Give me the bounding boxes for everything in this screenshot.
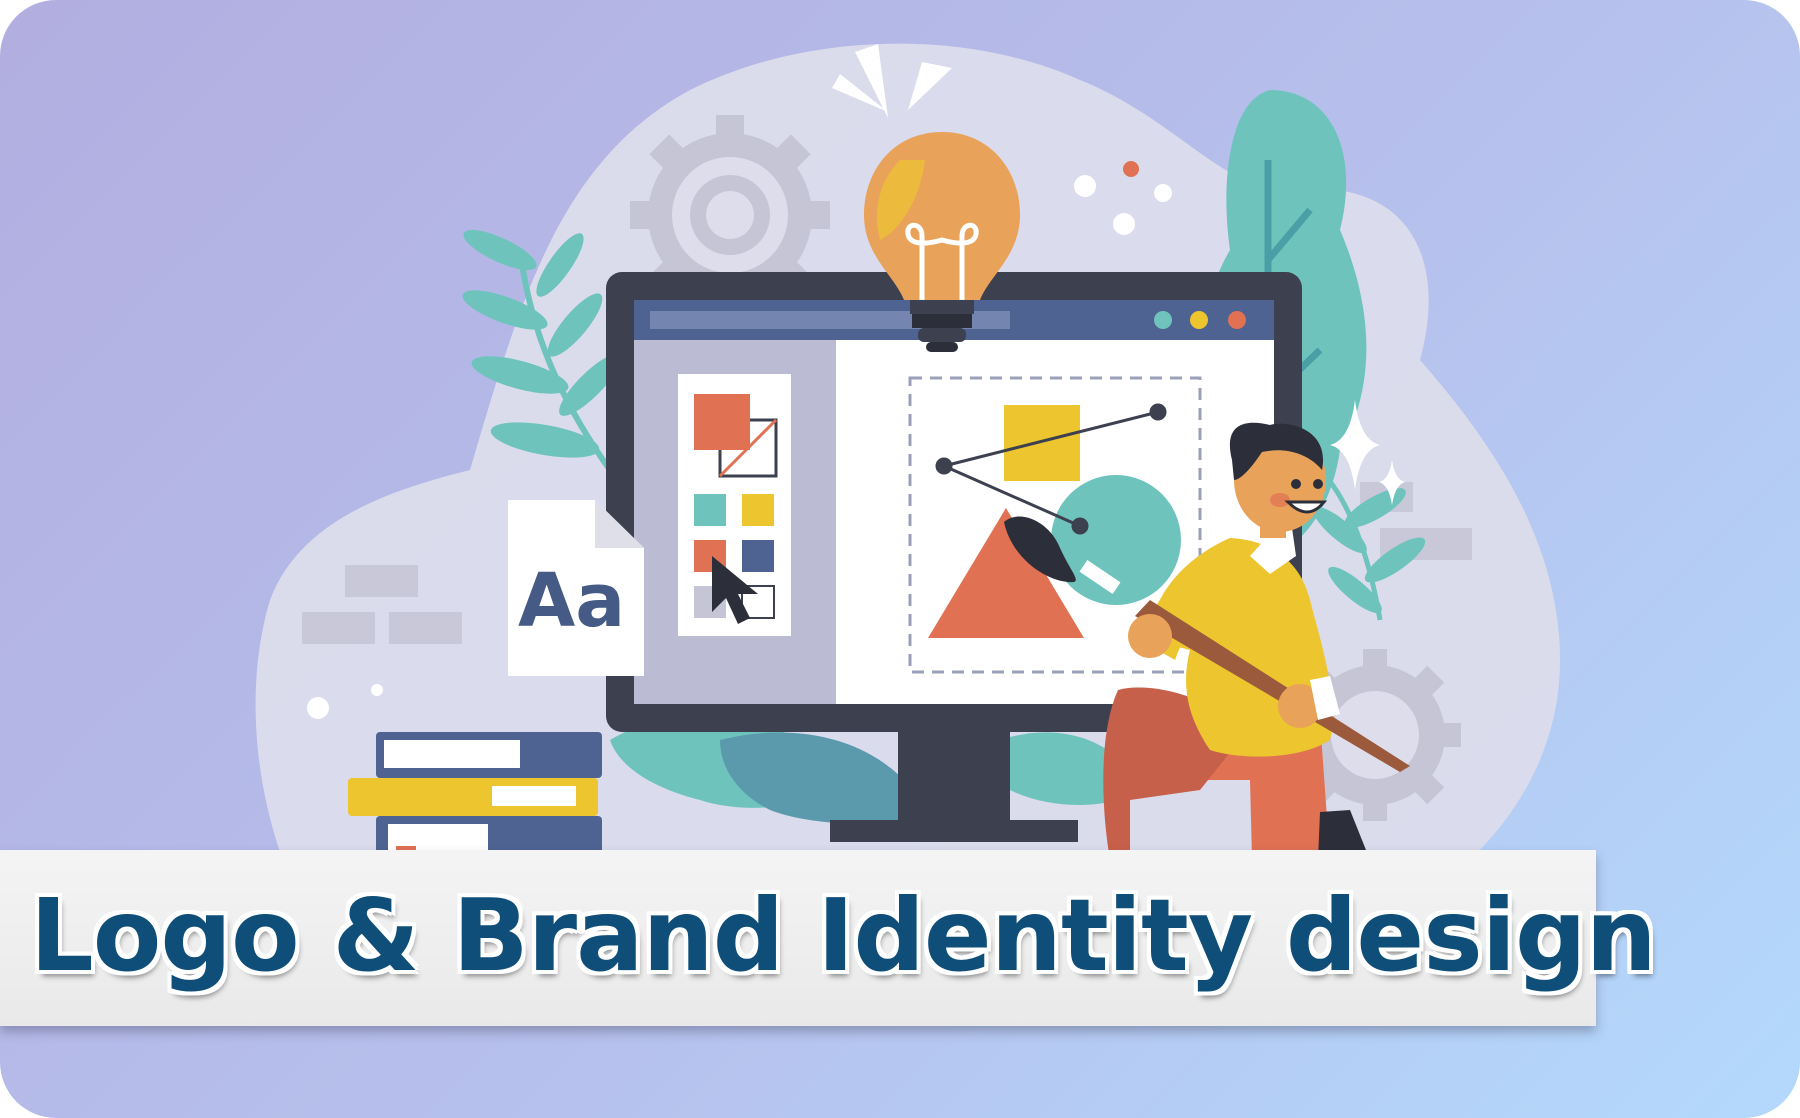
title-banner: Logo & Brand Identity design (0, 850, 1657, 1026)
page-title: Logo & Brand Identity design (30, 877, 1657, 994)
font-sample-text: Aa (518, 558, 625, 644)
thumbnail-card: Aa Logo & Brand Identity design (0, 0, 1800, 1118)
window-control-dots-icon (1154, 311, 1246, 329)
book-stack-icon (348, 732, 602, 856)
